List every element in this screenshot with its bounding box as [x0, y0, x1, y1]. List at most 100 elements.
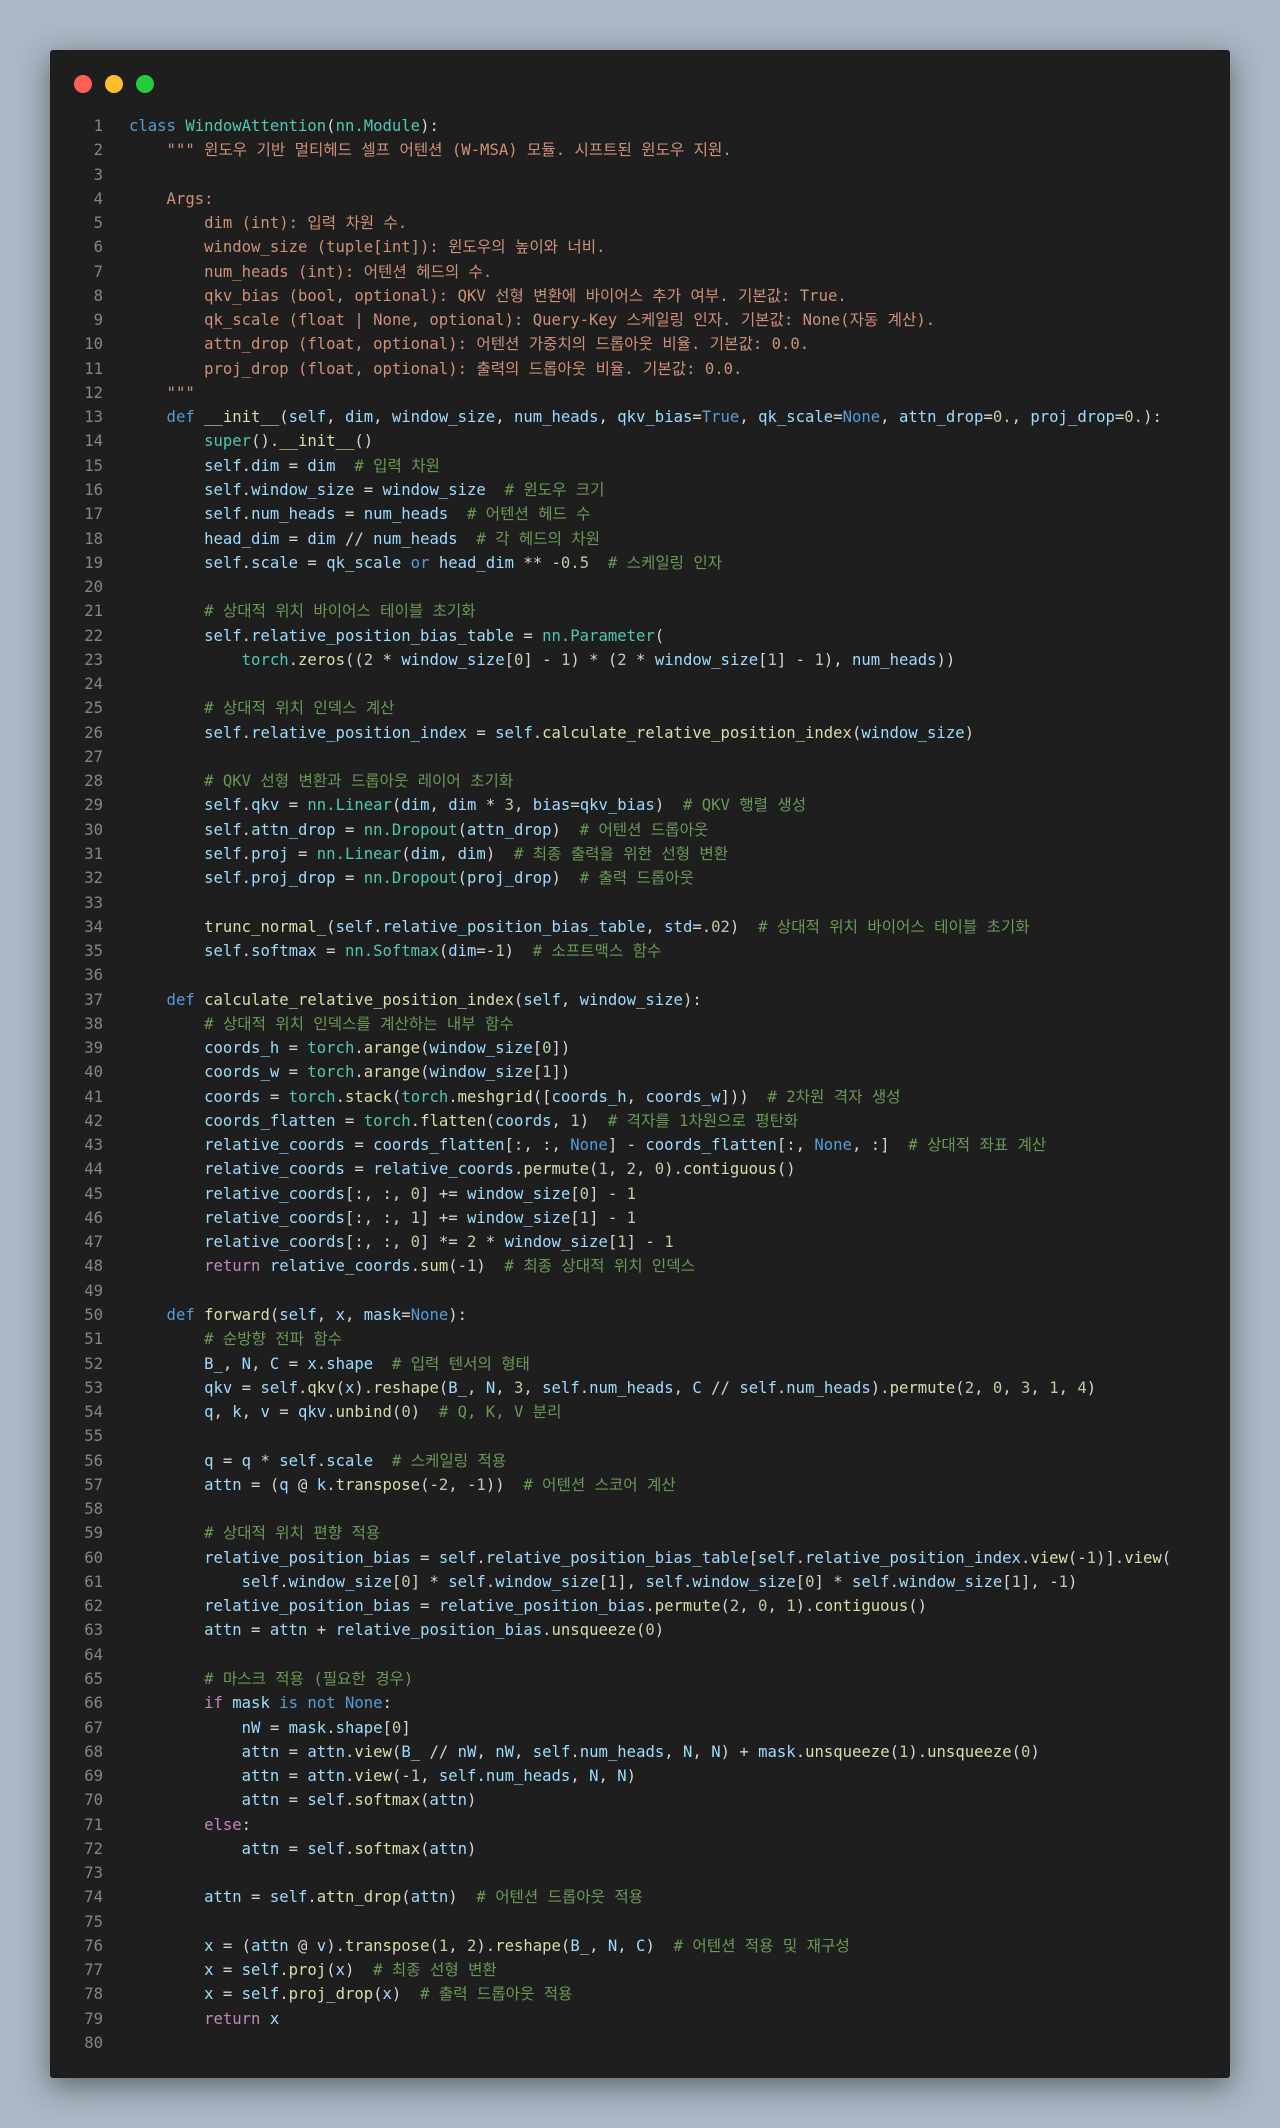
code-text: # 마스크 적용 (필요한 경우): [103, 1667, 413, 1691]
code-token: None: [570, 1136, 608, 1155]
line-number: 43: [84, 1136, 103, 1155]
code-token: ]): [551, 1063, 571, 1082]
code-token: (: [851, 723, 862, 742]
code-token: .: [795, 1548, 805, 1567]
code-token: [: [532, 1063, 543, 1082]
line-number: 75: [84, 1912, 103, 1931]
code-token: x: [335, 1306, 345, 1325]
minimize-dot-icon[interactable]: [105, 75, 123, 93]
code-token: nn.Dropout: [363, 820, 458, 839]
maximize-dot-icon[interactable]: [136, 75, 154, 93]
code-token: (: [636, 1621, 646, 1640]
code-token: relative_coords: [204, 1160, 345, 1179]
line-number: 67: [84, 1718, 103, 1737]
line-number: 47: [84, 1233, 103, 1252]
line-number: 72: [84, 1839, 103, 1858]
code-token: nW: [495, 1742, 514, 1761]
code-token: contiguous: [814, 1597, 909, 1616]
code-text: relative_coords = coords_flatten[:, :, N…: [103, 1133, 1046, 1157]
code-token: proj_drop: [467, 869, 552, 888]
code-token: attn_drop (float, optional): 어텐션 가중치의 드롭…: [129, 335, 810, 354]
line-number: 27: [84, 747, 103, 766]
code-token: 1: [542, 1063, 552, 1082]
code-text: x = (attn @ v).transpose(1, 2).reshape(B…: [103, 1934, 850, 1958]
code-text: coords_flatten = torch.flatten(coords, 1…: [103, 1109, 798, 1133]
code-line: 73: [70, 1861, 1220, 1885]
code-token: nW: [241, 1718, 261, 1737]
line-number: 38: [84, 1014, 103, 1033]
code-token: 3: [513, 1378, 524, 1397]
line-number: 13: [84, 408, 103, 427]
code-token: self: [532, 1742, 571, 1761]
code-token: .: [241, 456, 252, 475]
code-token: (: [373, 1985, 383, 2004]
code-token: # 상대적 위치 편향 적용: [129, 1524, 381, 1543]
code-token: attn: [429, 1791, 468, 1810]
code-token: unsqueeze: [927, 1742, 1012, 1761]
code-text: attn = self.attn_drop(attn) # 어텐션 드롭아웃 적…: [103, 1885, 643, 1909]
code-token: # 격자를 1차원으로 평탄화: [589, 1111, 799, 1130]
code-token: [:, :,: [344, 1233, 411, 1252]
code-token: ] -: [523, 650, 561, 669]
code-token: attn: [241, 1767, 280, 1786]
code-token: reshape: [373, 1378, 439, 1397]
code-token: attn_drop: [316, 1888, 402, 1907]
code-token: num_heads: [786, 1378, 871, 1397]
line-number: 29: [84, 796, 103, 815]
code-token: coords_h: [551, 1087, 627, 1106]
code-token: self: [204, 553, 242, 572]
code-text: num_heads (int): 어텐션 헤드의 수.: [103, 260, 492, 284]
code-token: 2: [467, 1233, 477, 1252]
code-line: 2 """ 윈도우 기반 멀티헤드 셀프 어텐션 (W-MSA) 모듈. 시프트…: [70, 138, 1220, 162]
code-token: # 상대적 위치 바이어스 테이블 초기화: [129, 602, 476, 621]
code-line: 55: [70, 1424, 1220, 1448]
code-token: self: [204, 723, 242, 742]
code-token: 0: [542, 1039, 552, 1058]
code-token: ] -: [607, 1136, 646, 1155]
code-line: 17 self.num_heads = num_heads # 어텐션 헤드 수: [70, 502, 1220, 526]
code-token: nn.Parameter: [542, 626, 655, 645]
code-token: =: [692, 408, 702, 427]
code-token: ] *: [410, 1572, 449, 1591]
code-token: ,: [617, 1936, 637, 1955]
code-token: self: [204, 480, 242, 499]
code-token: proj: [288, 1961, 327, 1980]
code-token: 1: [410, 1767, 421, 1786]
code-line: 63 attn = attn + relative_position_bias.…: [70, 1618, 1220, 1642]
code-token: 0: [654, 1160, 665, 1179]
code-token: ): [551, 869, 561, 888]
code-token: =: [335, 1111, 364, 1130]
code-token: window_size: [654, 650, 759, 669]
code-token: =: [241, 1888, 270, 1907]
code-token: relative_coords: [204, 1208, 345, 1227]
code-token: zeros: [298, 650, 345, 669]
code-token: qkv_bias: [617, 408, 693, 427]
code-token: attn: [241, 1839, 280, 1858]
code-token: ).: [908, 1742, 928, 1761]
code-token: ):: [420, 117, 439, 135]
line-number: 15: [84, 456, 103, 475]
code-token: B_: [448, 1378, 468, 1397]
line-number: 45: [84, 1184, 103, 1203]
code-token: (: [1011, 1742, 1022, 1761]
code-token: ,: [344, 1306, 364, 1325]
code-line: 9 qk_scale (float | None, optional): Que…: [70, 308, 1220, 332]
code-token: ).: [664, 1160, 683, 1179]
code-token: coords_w: [645, 1087, 721, 1106]
code-line: 76 x = (attn @ v).transpose(1, 2).reshap…: [70, 1934, 1220, 1958]
code-token: 1: [410, 1208, 421, 1227]
code-token: [:, :,: [344, 1184, 411, 1203]
code-token: =: [279, 1742, 308, 1761]
code-token: self: [204, 820, 242, 839]
code-token: (: [438, 942, 449, 961]
code-token: :: [382, 1694, 392, 1713]
close-dot-icon[interactable]: [74, 75, 92, 93]
code-token: relative_coords: [269, 1257, 411, 1276]
code-token: .: [326, 1403, 336, 1422]
